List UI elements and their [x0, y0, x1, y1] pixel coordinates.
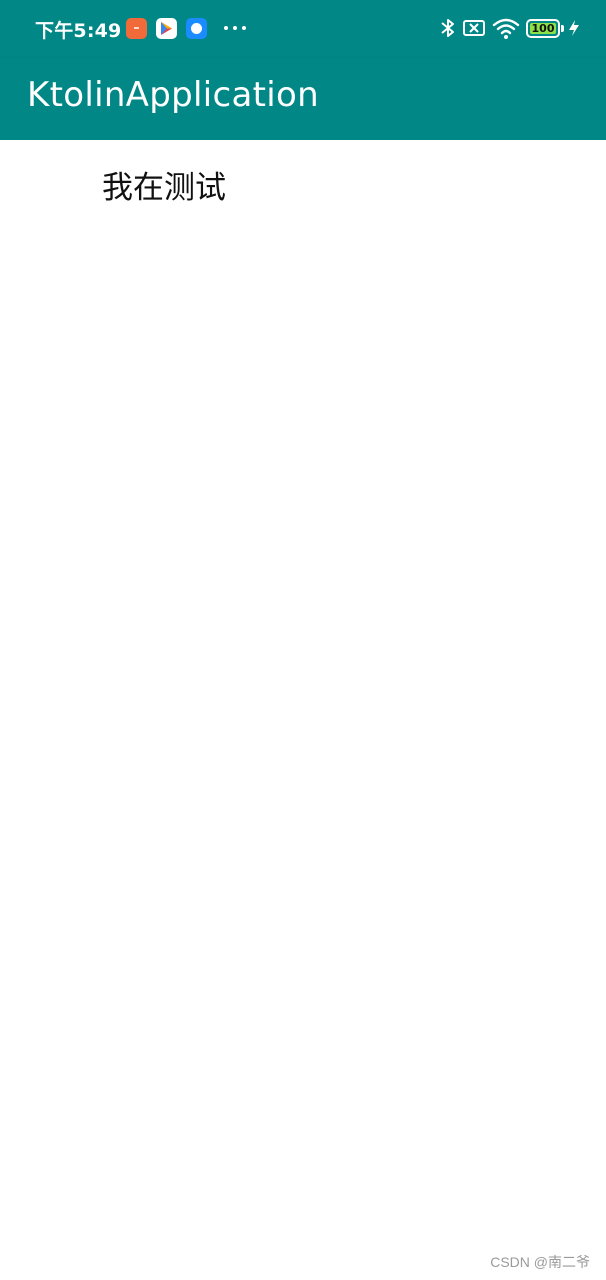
no-sim-icon	[463, 20, 485, 36]
test-text: 我在测试	[102, 170, 226, 206]
app-bar: KtolinApplication	[0, 58, 606, 140]
more-dots-icon	[224, 26, 248, 30]
wifi-icon	[492, 18, 520, 39]
battery-level: 100	[530, 22, 556, 35]
play-store-icon	[156, 18, 177, 39]
battery-cap	[561, 25, 564, 32]
app-title: KtolinApplication	[27, 75, 319, 115]
battery-icon: 100	[526, 19, 560, 38]
xiaomi-app-icon	[126, 18, 147, 39]
status-time: 下午5:49	[35, 20, 122, 42]
message-icon	[186, 18, 207, 39]
bluetooth-icon	[441, 19, 454, 37]
watermark: CSDN @南二爷	[490, 1254, 590, 1270]
charging-icon	[569, 20, 579, 36]
main-content: 我在测试	[0, 140, 606, 1280]
status-bar: 下午5:49 100	[0, 0, 606, 58]
